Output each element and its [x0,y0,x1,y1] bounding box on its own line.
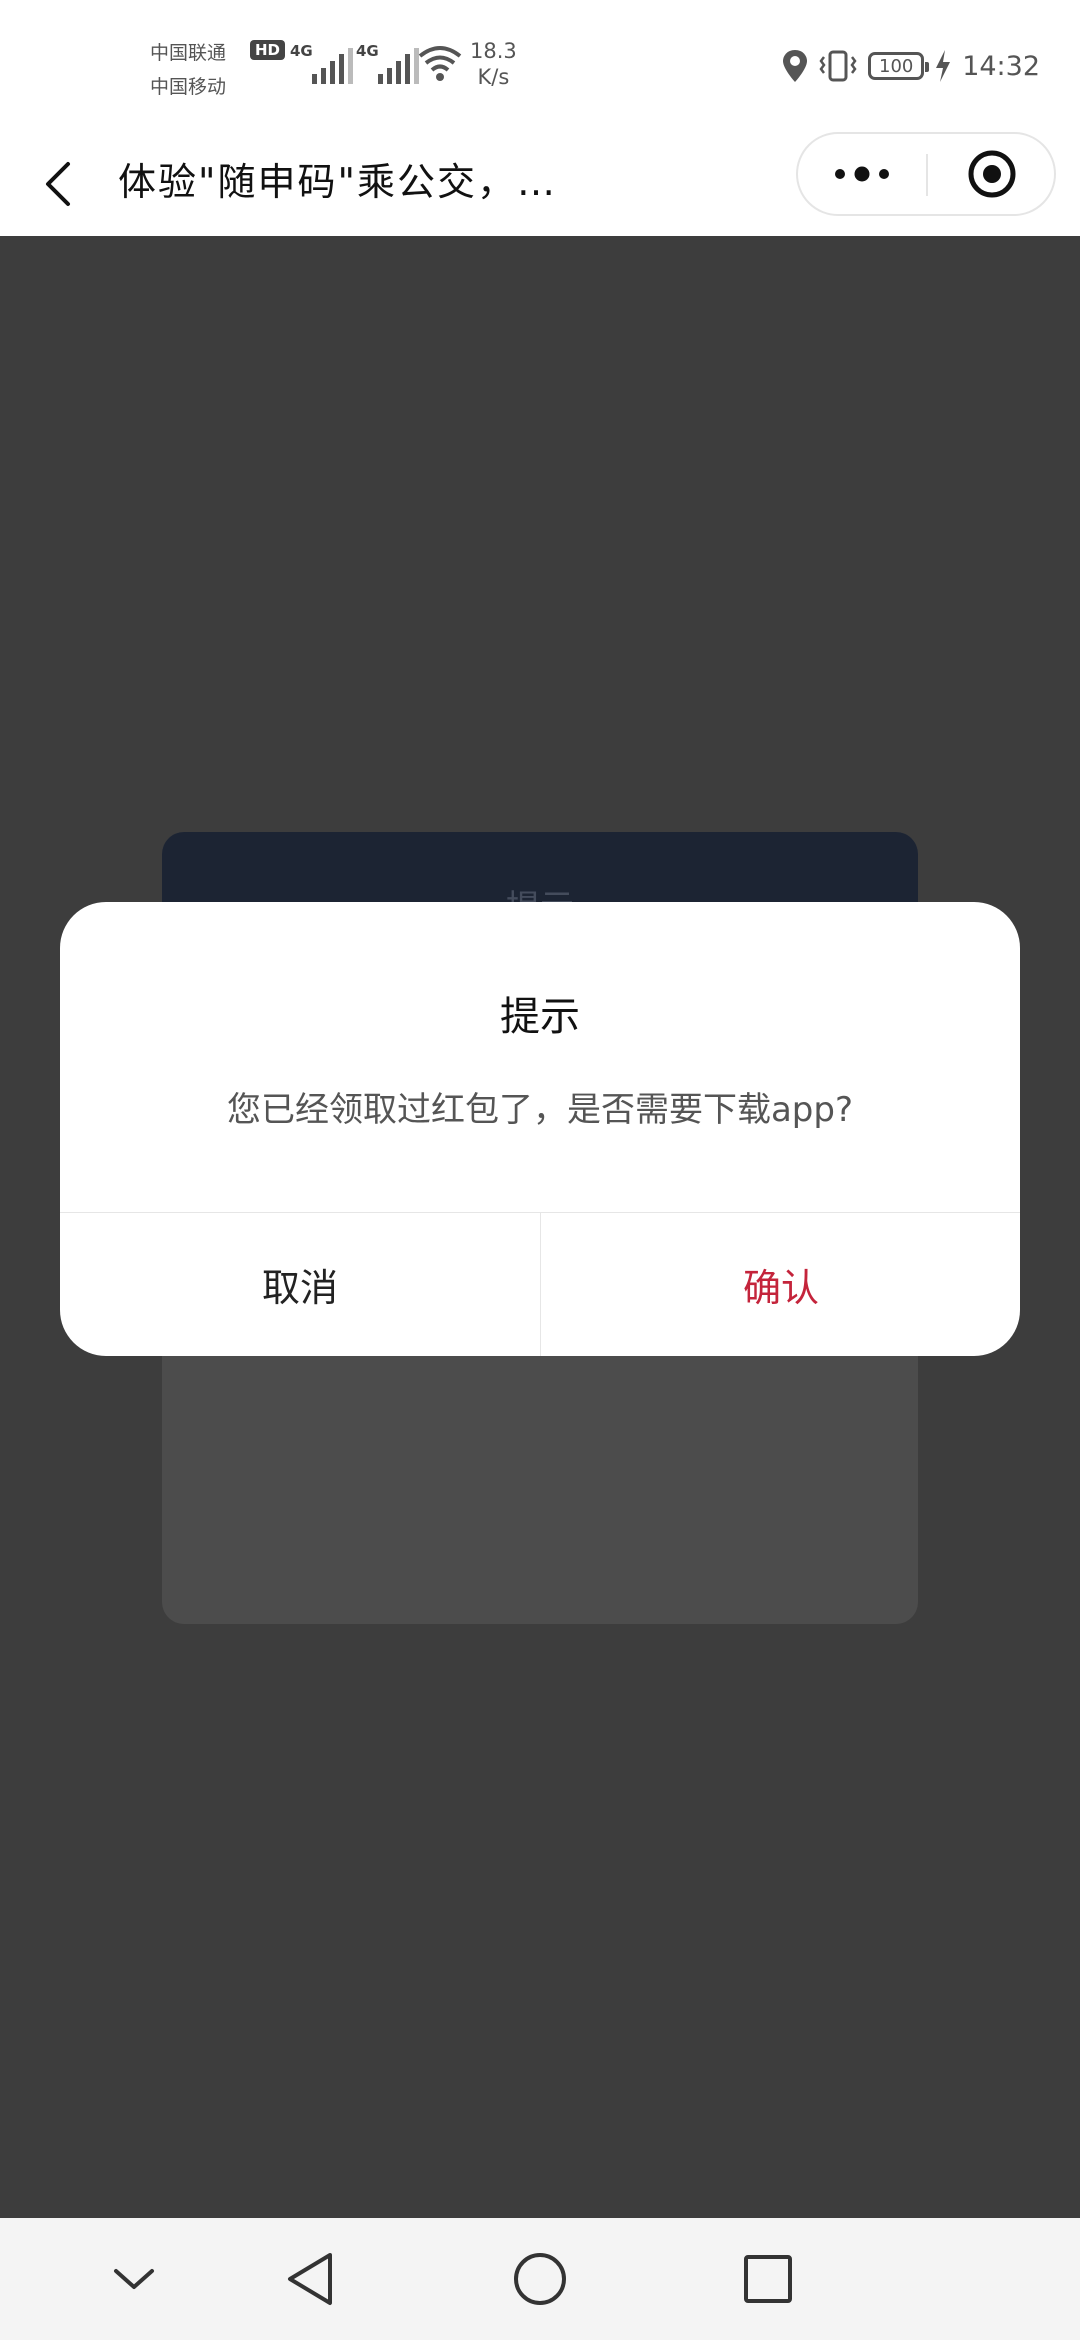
more-button[interactable] [798,134,926,214]
collapse-button[interactable] [74,2234,194,2324]
back-triangle-icon [288,2253,332,2305]
charging-icon [936,50,951,82]
nav-home-button[interactable] [480,2234,600,2324]
wifi-icon [418,46,462,81]
cancel-button[interactable]: 取消 [60,1213,540,1356]
status-right: 100 14:32 [782,46,1040,86]
back-button[interactable] [36,146,80,222]
confirm-button[interactable]: 确认 [541,1213,1020,1356]
status-bar: 中国联通 中国移动 HD 4G 4G 18.3 K/s 100 14:32 [0,0,1080,132]
clock: 14:32 [962,50,1040,82]
collapse-icon [114,2269,154,2289]
confirm-dialog: 提示 您已经领取过红包了，是否需要下载app? 取消 确认 [60,902,1020,1356]
nav-recents-button[interactable] [708,2234,828,2324]
hd-badge: HD [250,40,286,60]
carrier-names: 中国联通 中国移动 [150,36,226,104]
more-icon [835,166,889,182]
page-title: 体验"随申码"乘公交，… [118,160,557,204]
location-icon [783,50,808,82]
dialog-title: 提示 [500,994,580,1040]
vibrate-icon [819,50,857,82]
nav-back-button[interactable] [250,2234,370,2324]
dialog-message: 您已经领取过红包了，是否需要下载app? [226,1090,854,1130]
back-icon [46,162,70,206]
network-speed: 18.3 K/s [470,39,517,89]
close-target-icon [968,150,1016,198]
system-navigation-bar [0,2218,1080,2340]
close-button[interactable] [928,134,1056,214]
recents-square-icon [744,2255,792,2303]
carrier-1: 中国联通 [150,42,227,64]
capsule-menu [796,132,1056,216]
home-circle-icon [514,2253,566,2305]
battery-indicator: 100 [868,52,930,80]
mini-program-navbar: 体验"随申码"乘公交，… [0,132,1080,236]
carrier-2: 中国移动 [150,76,227,98]
